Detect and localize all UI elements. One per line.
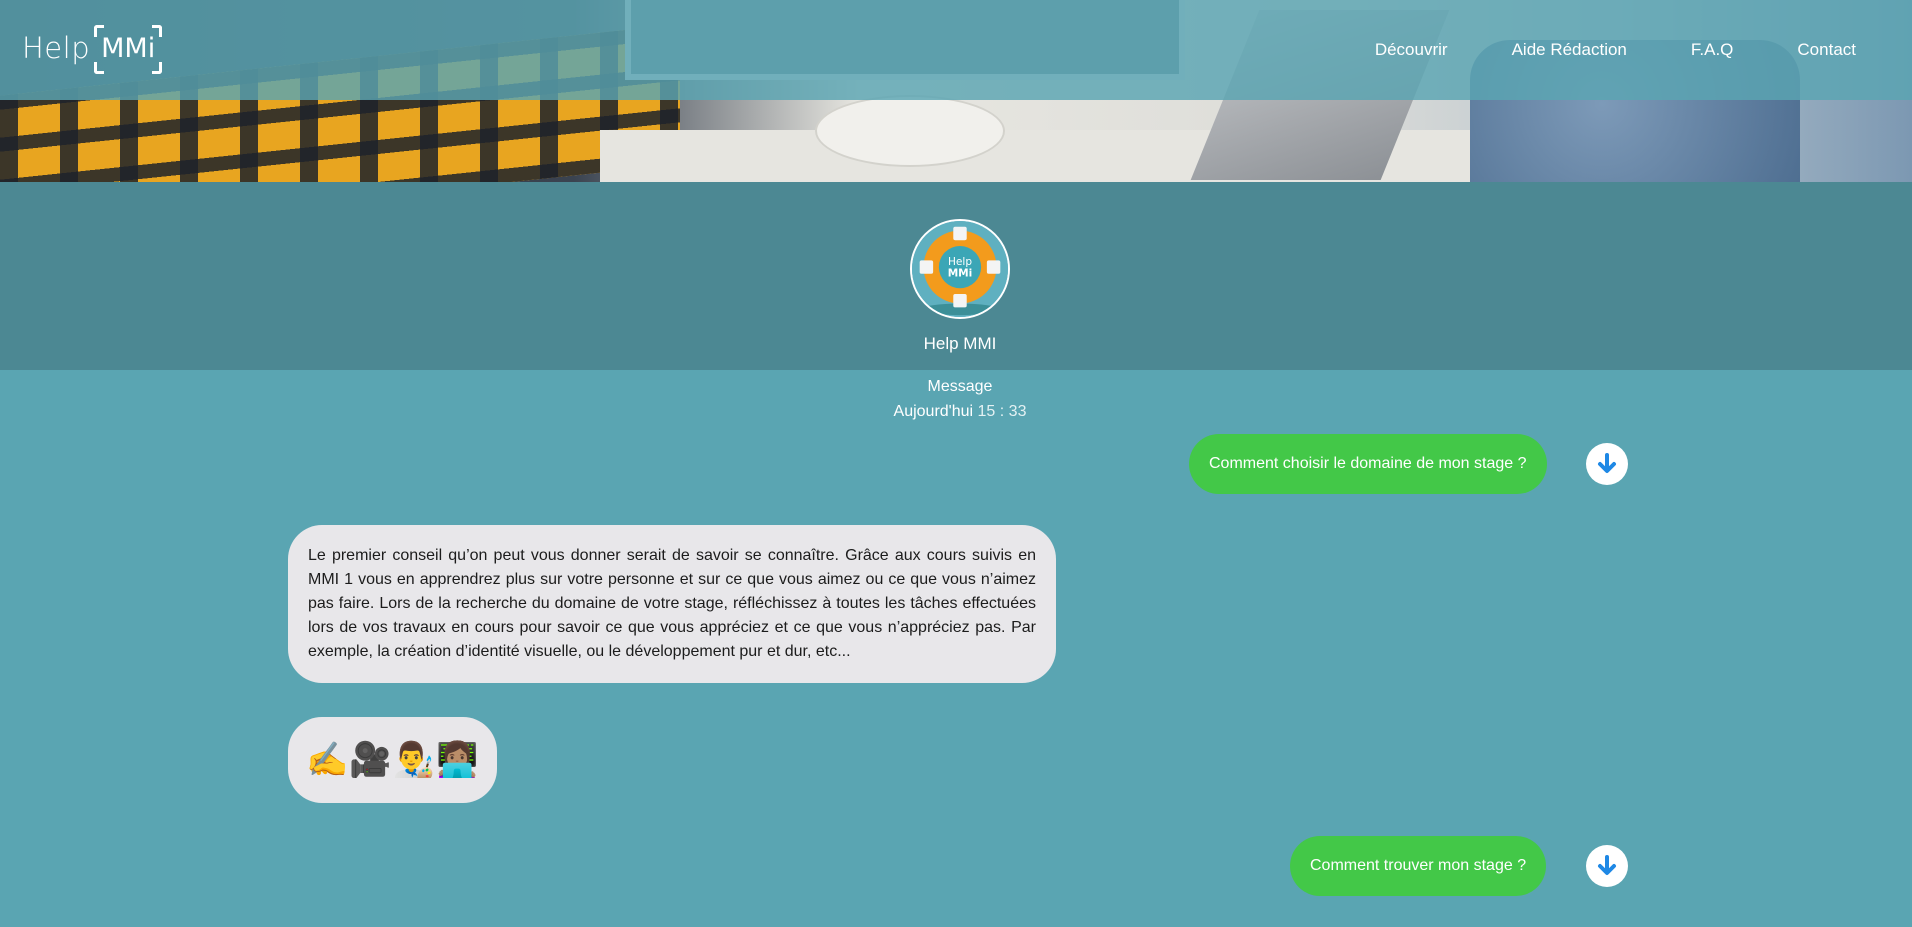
logo-mmi-frame: MMi (94, 24, 163, 74)
avatar-text-help: Help (948, 256, 972, 268)
chat-day: Aujourd'hui (893, 403, 974, 420)
nav-link-contact[interactable]: Contact (1797, 40, 1856, 60)
arrow-down-icon (1598, 855, 1616, 875)
user-message-bubble[interactable]: Comment choisir le domaine de mon stage … (1189, 434, 1547, 494)
hero-photo-monitor-base (815, 95, 1005, 167)
bot-name: Help MMI (923, 334, 997, 353)
logo-mmi-text: MMi (101, 32, 156, 64)
arrow-down-icon (1598, 453, 1616, 473)
lifebuoy-icon: Help MMi (912, 221, 1008, 317)
bot-avatar: Help MMi (910, 219, 1010, 319)
download-button[interactable] (1586, 443, 1628, 485)
download-button[interactable] (1586, 845, 1628, 887)
nav-link-aide-redaction[interactable]: Aide Rédaction (1512, 40, 1627, 60)
nav-bar: Help MMi Découvrir Aide Rédaction F.A.Q … (0, 0, 1912, 100)
hero-banner: Help MMi Découvrir Aide Rédaction F.A.Q … (0, 0, 1912, 182)
main-nav: Découvrir Aide Rédaction F.A.Q Contact (1375, 0, 1912, 100)
logo-help-text: Help (22, 31, 91, 65)
nav-link-faq[interactable]: F.A.Q (1691, 40, 1734, 60)
bot-emoji-bubble: ✍️🎥👨‍🎨👩🏽‍💻 (288, 717, 498, 803)
site-logo[interactable]: Help MMi (22, 20, 163, 76)
chat-time: 15 : 33 (977, 403, 1027, 420)
bot-message-bubble: Le premier conseil qu’on peut vous donne… (288, 525, 1056, 683)
nav-link-decouvrir[interactable]: Découvrir (1375, 40, 1448, 60)
chat-timestamp: Message Aujourd'hui 15 : 33 (0, 374, 1912, 424)
avatar-text-mmi: MMi (948, 268, 973, 280)
chat-label: Message (927, 378, 993, 395)
user-message-bubble[interactable]: Comment trouver mon stage ? (1290, 836, 1547, 896)
chat-date-line: Aujourd'hui 15 : 33 (0, 399, 1912, 424)
